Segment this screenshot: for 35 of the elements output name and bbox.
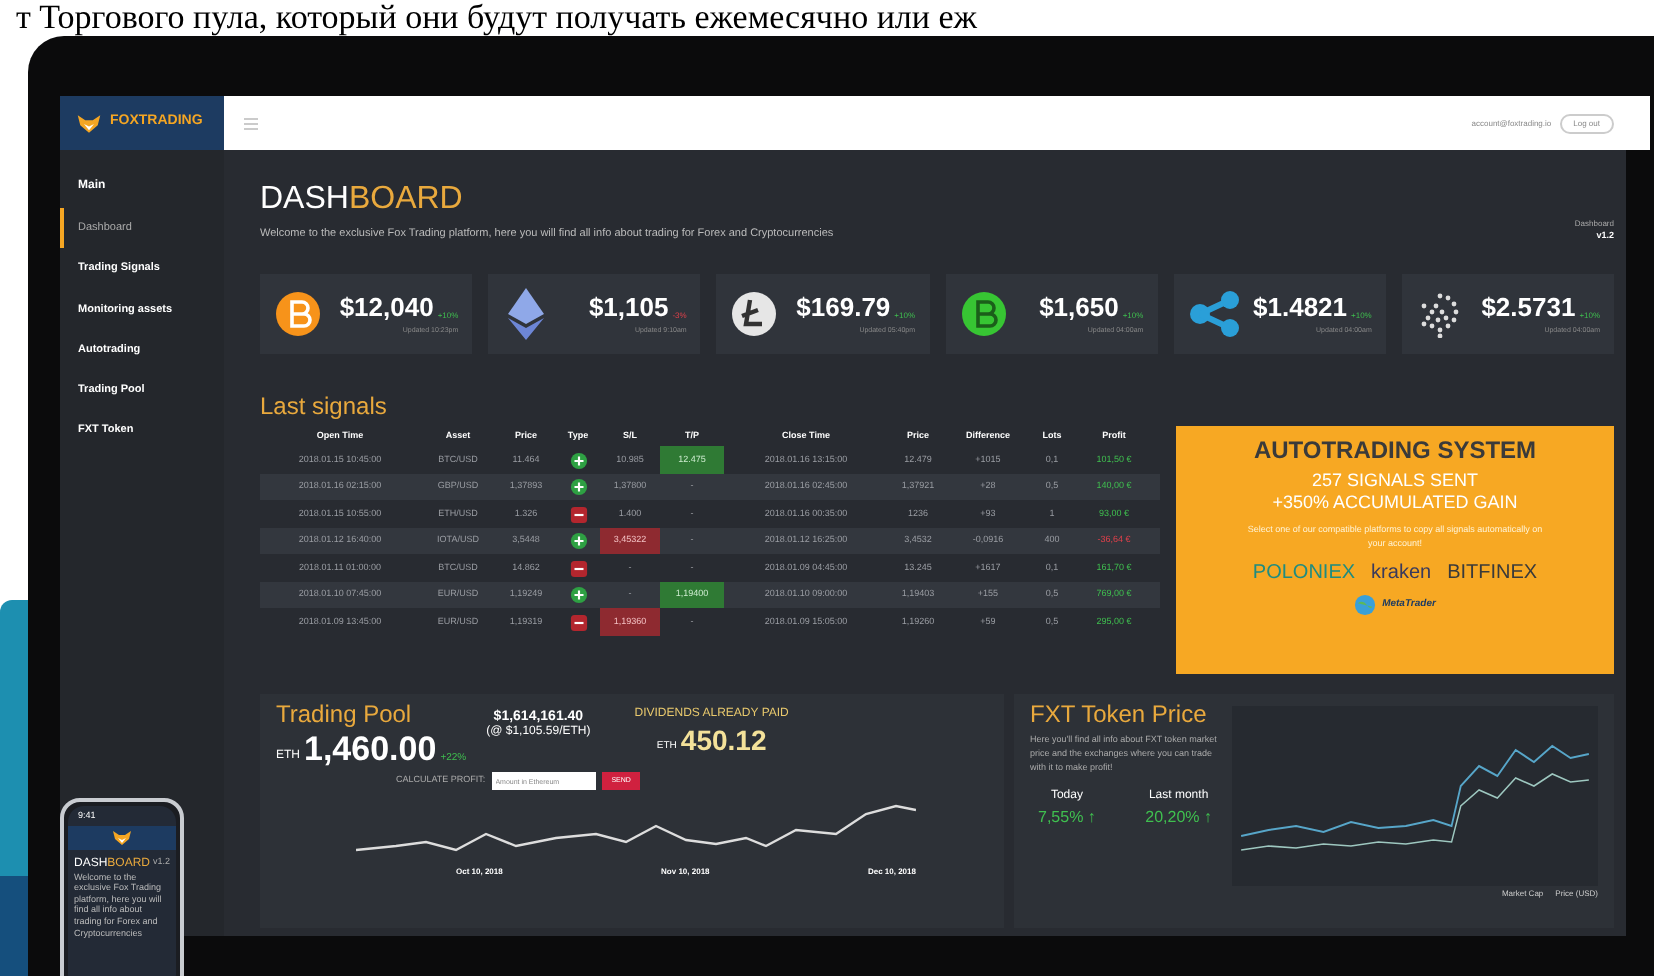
stat-value: 7,55% ↑ [1038, 805, 1096, 829]
platform-logo: BITFINEX [1447, 563, 1538, 584]
promo-title: AUTOTRADING SYSTEM [1253, 438, 1537, 463]
litecoin-icon [730, 290, 779, 339]
promo-text: 257 SIGNALS SENT [1311, 472, 1479, 491]
coin-price: $2.5731 [1481, 293, 1576, 320]
fox-logo-icon [112, 829, 132, 846]
coin-price: $169.79 [796, 293, 891, 320]
coin-price: $1.4821 [1253, 293, 1348, 320]
minus-square-icon [569, 505, 587, 523]
plus-circle-icon [569, 586, 587, 604]
globe-icon [1354, 593, 1377, 616]
bitcoin-icon [274, 290, 322, 339]
fox-logo-icon [76, 113, 102, 133]
stat-value: 20,20% ↑ [1145, 805, 1212, 829]
menu-icon[interactable] [244, 117, 258, 129]
section-title: Trading Pool [276, 702, 414, 727]
section-title: FXT Token Price [1030, 702, 1209, 727]
coin-price: $1,105 [588, 293, 669, 320]
section-title: Last signals [260, 394, 389, 419]
caption-text: т Торгового пула, который они будут получать ежемесячно или еж [14, 0, 980, 36]
minus-square-icon [569, 613, 587, 631]
platform-logo: POLONIEX [1252, 563, 1356, 584]
pool-amount: 1,460.00 [304, 732, 437, 767]
page-title: DASHBOARD [260, 184, 465, 216]
plus-circle-icon [569, 451, 587, 469]
coin-price: $12,040 [339, 293, 434, 320]
dividends-amount: 450.12 [680, 726, 767, 755]
promo-text: +350% ACCUMULATED GAIN [1272, 494, 1518, 513]
platform-logo: kraken [1371, 563, 1432, 584]
coin-price: $1,650 [1039, 293, 1119, 320]
plus-circle-icon [569, 532, 587, 550]
minus-square-icon [569, 559, 587, 577]
bitcoin-cash-icon [959, 290, 1008, 339]
plus-circle-icon [569, 478, 587, 496]
